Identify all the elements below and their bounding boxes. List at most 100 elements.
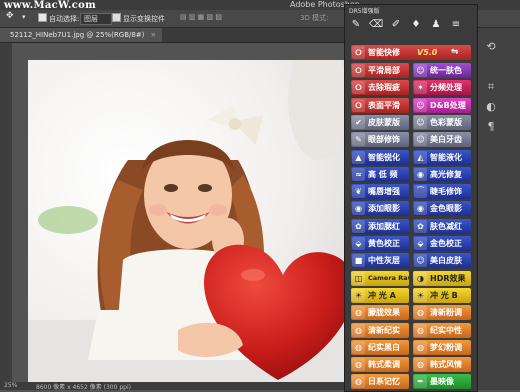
document-canvas[interactable] [28,60,348,382]
panel-button[interactable]: ✎ 眼部修饰 [351,132,409,148]
panel-button[interactable]: ◍ 纪实中性 [413,322,471,338]
paragraph-icon[interactable]: ¶ [484,120,498,134]
close-icon[interactable]: × [150,31,156,39]
panel-button[interactable]: ◍ 清新纪实 [351,322,409,338]
history-icon[interactable]: ⟲ [484,40,498,54]
stamp-tool-icon[interactable]: ♦ [409,19,423,30]
panel-button[interactable]: ◑ HDR效果 [413,270,471,286]
adjust-icon[interactable]: ◐ [484,100,498,114]
panel-button[interactable]: ◍ 日系记忆 [351,374,409,390]
document-tab[interactable]: 52112_HINeb7U1.jpg @ 25%(RGB/8#) × [0,28,163,42]
panel-button-label: 睫毛修饰 [430,187,462,197]
panel-button[interactable]: ▲ 智能锐化 [351,149,409,165]
panel-button[interactable]: ✶ 分频处理 [413,80,471,96]
panel-button[interactable]: ≈ 高 低 频 [351,166,409,182]
auto-select-checkbox[interactable]: 自动选择: [38,13,79,24]
panel-button[interactable]: ◍ 纪实黑白 [351,339,409,355]
panel-button-label: 表面平滑 [368,100,400,110]
panel-button[interactable]: ☺ 色彩蒙版 [413,114,471,130]
gray-square-icon: ■ [352,254,365,268]
settings-icon[interactable]: ⇋ [451,45,459,60]
panel-button[interactable]: ✿ 添加腮红 [351,218,409,234]
panel-button-label: 嘴唇增强 [368,187,400,197]
menu-icon[interactable]: ≡ [449,19,463,30]
mist-icon: ◍ [352,358,365,372]
panel-button[interactable]: ◍ 韩式柔调 [351,357,409,373]
show-transform-checkbox[interactable]: 显示变换控件 [112,13,165,24]
panel-button[interactable]: ☀ 冲 光 B [413,287,471,303]
face-icon: ☺ [414,98,427,112]
auto-select-label: 自动选择: [49,15,80,23]
lash-icon: ⁀ [414,185,427,199]
photo-image [28,60,348,382]
panel-button-label: 皮肤蒙版 [368,117,400,127]
panel-toolbar: ✎ ⌫ ✐ ♦ ♟ ≡ [345,15,477,41]
hdr-icon: ◑ [414,271,427,285]
mist-icon: ◍ [352,375,365,389]
panel-button[interactable]: ⬙ 黄色校正 [351,236,409,251]
align-icons[interactable]: ▤ ▥ ▦ ▧ ▨ [180,13,222,21]
panel-button-label: 中性灰层 [368,256,400,266]
panel-button-label: 统一肤色 [430,66,462,75]
panel-button[interactable]: ◍ 清新粉调 [413,305,471,321]
crop-icon[interactable]: ⌗ [484,80,498,94]
smart-repair-label: 智能快修 [368,48,400,57]
zoom-level[interactable]: 25% [4,382,17,389]
camera-icon: ◫ [352,271,365,285]
panel-button[interactable]: ◉ 金色眼影 [413,201,471,217]
show-transform-label: 显示变换控件 [123,15,165,23]
brush-tool-icon[interactable]: ✎ [349,19,363,30]
eraser-tool-icon[interactable]: ⌫ [369,19,383,30]
person-tool-icon[interactable]: ♟ [429,19,443,30]
panel-button[interactable]: ✿ 肤色减红 [413,218,471,234]
panel-button-label: 高 低 频 [368,169,398,179]
mist-icon: ◍ [414,340,427,354]
panel-button[interactable]: ◫Camera Raw [351,270,409,286]
panel-button-label: 清新纪实 [368,325,400,335]
pencil-tool-icon[interactable]: ✐ [389,19,403,30]
panel-button[interactable]: ⁀ 睫毛修饰 [413,184,471,200]
shape-icon: ◭ [414,150,427,164]
panel-button[interactable]: ◉ 添加眼影 [351,201,409,217]
face-icon: ☺ [414,133,427,147]
tool-dropdown-icon[interactable]: ▾ [22,13,26,21]
lips-icon: ❦ [352,185,365,199]
panel-button[interactable]: ❦ 嘴唇增强 [351,184,409,200]
panel-button[interactable]: ☺ D&B处理 [413,97,471,113]
panel-button-label: 朦胧效果 [368,308,400,318]
smart-repair-button[interactable]: ⭘ 智能快修 V5.0 ⇋ [351,45,471,60]
mist-icon: ◍ [352,323,365,337]
panel-title: DR5增强版 [349,8,380,15]
face-icon: ☺ [414,254,427,268]
panel-button[interactable]: ⬙ 金色校正 [413,236,471,251]
panel-button[interactable]: ✔ 皮肤蒙版 [351,114,409,130]
panel-button[interactable]: ✒ 墨映像 [413,374,471,390]
panel-button[interactable]: ◭ 智能液化 [413,149,471,165]
dropper-icon: ⬙ [352,237,365,250]
panel-button[interactable]: ☀ 冲 光 A [351,287,409,303]
auto-select-dropdown[interactable]: 图层 [80,13,112,25]
face-icon: ☺ [414,115,427,129]
ink-icon: ✒ [414,375,427,389]
panel-button-label: 添加腮红 [368,221,400,231]
move-tool-icon[interactable]: ✥ [6,11,14,21]
panel-button[interactable]: ☺ 美白皮肤 [413,253,471,269]
panel-button[interactable]: ☺ 统一肤色 [413,63,471,78]
panel-button-label: 墨映像 [430,377,454,387]
panel-button[interactable]: ☺ 美白牙齿 [413,132,471,148]
panel-button-label: 金色校正 [430,239,462,248]
panel-button[interactable]: ◍ 韩式风情 [413,357,471,373]
sun-icon: ☀ [352,288,365,302]
wave-icon: ≈ [352,167,365,181]
panel-button-label: 冲 光 B [430,290,458,300]
panel-button-label: 平滑局部 [368,66,400,75]
panel-button[interactable]: ◍ 朦胧效果 [351,305,409,321]
panel-button-label: 色彩蒙版 [430,117,462,127]
panel-button[interactable]: ⭘ 表面平滑 [351,97,409,113]
panel-button[interactable]: ⭘ 去除瑕疵 [351,80,409,96]
panel-button-label: 添加眼影 [368,204,400,214]
panel-button[interactable]: ◉ 高光修复 [413,166,471,182]
panel-button[interactable]: ■ 中性灰层 [351,253,409,269]
panel-button[interactable]: ◍ 梦幻粉调 [413,339,471,355]
panel-button[interactable]: ⭘ 平滑局部 [351,63,409,78]
